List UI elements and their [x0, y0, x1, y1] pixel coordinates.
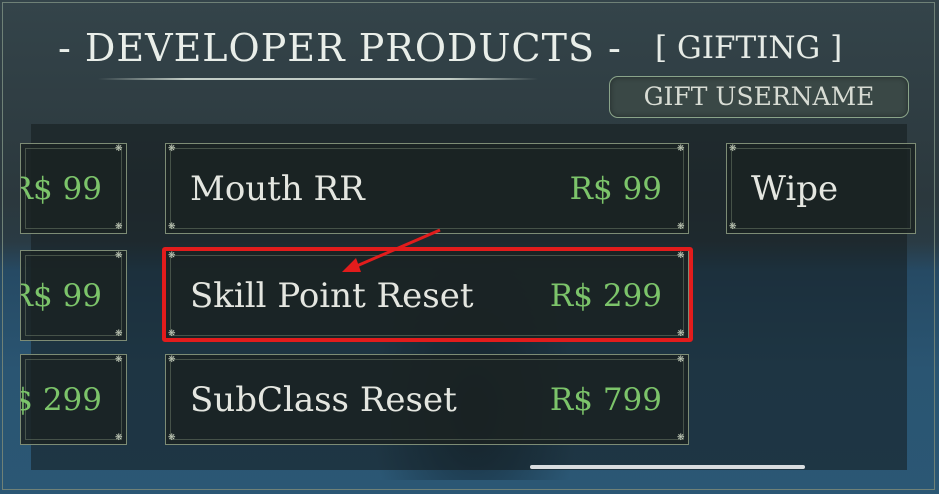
product-price: R$ 99 — [21, 277, 102, 314]
product-card-left-3[interactable]: ❋ ❋ R$ 299 — [20, 354, 127, 445]
corner-ornament: ❋ — [677, 222, 685, 232]
product-card-wipe[interactable]: ❋ ❋ Wipe — [726, 143, 916, 234]
corner-ornament: ❋ — [115, 433, 123, 443]
product-price: R$ 99 — [21, 170, 102, 207]
corner-ornament: ❋ — [677, 355, 685, 365]
corner-ornament: ❋ — [168, 144, 176, 154]
product-price: R$ 799 — [549, 381, 662, 418]
product-card-mouth-rr[interactable]: ❋ ❋ ❋ ❋ Mouth RR R$ 99 — [165, 143, 689, 234]
corner-ornament: ❋ — [115, 329, 123, 339]
corner-ornament: ❋ — [677, 433, 685, 443]
title-underline — [98, 78, 538, 80]
product-price: R$ 299 — [21, 381, 102, 418]
corner-ornament: ❋ — [729, 144, 737, 154]
corner-ornament: ❋ — [115, 355, 123, 365]
corner-ornament: ❋ — [115, 251, 123, 261]
corner-ornament: ❋ — [729, 222, 737, 232]
product-card-subclass-reset[interactable]: ❋ ❋ ❋ ❋ SubClass Reset R$ 799 — [165, 354, 689, 445]
corner-ornament: ❋ — [677, 144, 685, 154]
product-card-left-1[interactable]: ❋ ❋ R$ 99 — [20, 143, 127, 234]
gifting-label: [ GIFTING ] — [655, 30, 843, 66]
horizontal-scrollbar[interactable] — [530, 465, 805, 469]
corner-ornament: ❋ — [168, 222, 176, 232]
product-price: R$ 99 — [569, 170, 662, 207]
corner-ornament: ❋ — [115, 144, 123, 154]
gift-username-input[interactable]: GIFT USERNAME — [609, 76, 909, 118]
product-name: Mouth RR — [190, 168, 365, 209]
corner-ornament: ❋ — [168, 433, 176, 443]
product-card-left-2[interactable]: ❋ ❋ R$ 99 — [20, 250, 127, 341]
annotation-arrow-icon — [342, 228, 441, 272]
corner-ornament: ❋ — [115, 222, 123, 232]
product-name: Wipe — [751, 168, 839, 209]
corner-ornament: ❋ — [168, 355, 176, 365]
page-title: - DEVELOPER PRODUCTS - — [58, 26, 622, 70]
product-name: SubClass Reset — [190, 379, 457, 420]
